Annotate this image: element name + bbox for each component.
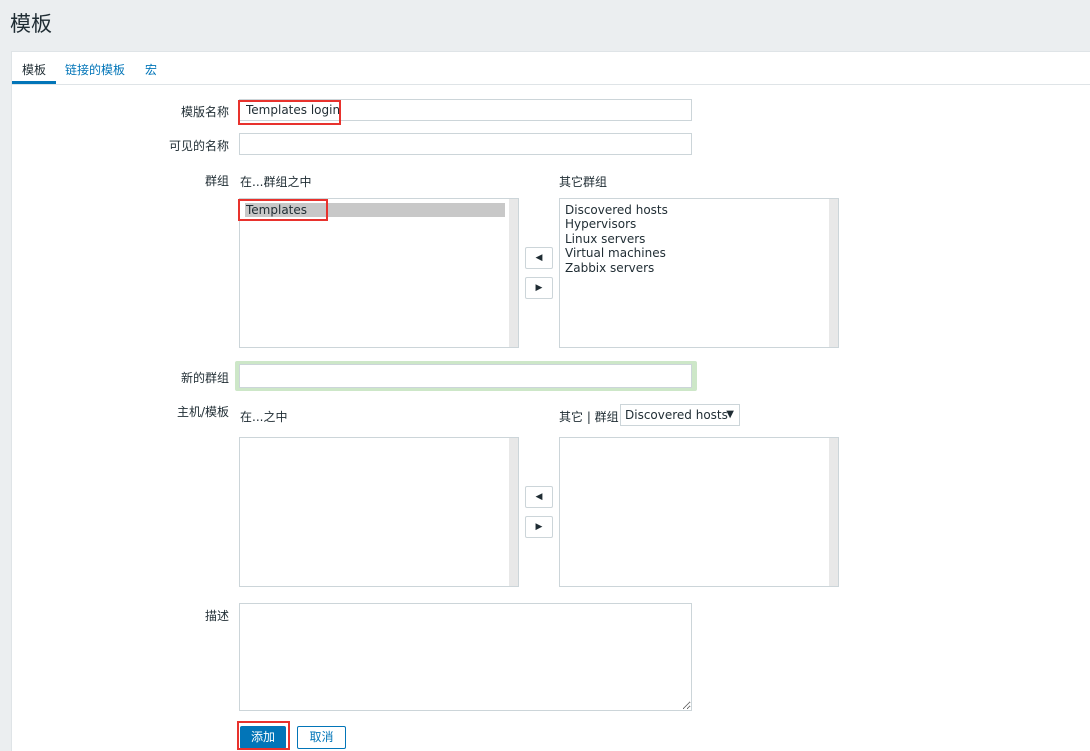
move-left-button[interactable]: ◀ (525, 486, 553, 508)
add-button[interactable]: 添加 (240, 726, 286, 749)
move-left-button[interactable]: ◀ (525, 247, 553, 269)
group-select[interactable]: Discovered hosts ▼ (620, 404, 740, 426)
description-textarea[interactable] (239, 603, 692, 711)
scrollbar[interactable] (509, 438, 518, 586)
template-name-input[interactable] (239, 99, 692, 121)
groups-label: 群组 (204, 174, 229, 188)
visible-name-input[interactable] (239, 133, 692, 155)
groups-in-label: 在...群组之中 (240, 175, 312, 189)
list-item[interactable]: Zabbix servers (565, 261, 654, 275)
groups-other-label: 其它群组 (559, 175, 608, 189)
chevron-down-icon: ▼ (726, 409, 734, 420)
template-name-label: 模版名称 (180, 105, 229, 119)
cancel-button[interactable]: 取消 (297, 726, 346, 749)
new-group-input[interactable] (239, 364, 692, 388)
tab-bar: 模板 链接的模板 宏 (12, 52, 1090, 85)
list-item[interactable]: Linux servers (565, 232, 645, 246)
list-item[interactable]: Templates (245, 203, 505, 217)
move-right-button[interactable]: ▶ (525, 516, 553, 538)
group-select-value: Discovered hosts (625, 408, 728, 422)
list-item[interactable]: Virtual machines (565, 246, 666, 260)
groups-in-listbox[interactable]: Templates (239, 198, 519, 348)
hosts-other-label: 其它 | 群组 (559, 410, 619, 424)
tab-macros[interactable]: 宏 (145, 61, 157, 78)
scrollbar[interactable] (509, 199, 518, 347)
description-label: 描述 (204, 609, 229, 623)
new-group-label: 新的群组 (180, 371, 229, 385)
page-title: 模板 (10, 12, 52, 36)
groups-other-listbox[interactable]: Discovered hosts Hypervisors Linux serve… (559, 198, 839, 348)
list-item[interactable]: Hypervisors (565, 217, 636, 231)
tab-template[interactable]: 模板 (22, 61, 46, 78)
move-right-button[interactable]: ▶ (525, 277, 553, 299)
hosts-in-listbox[interactable] (239, 437, 519, 587)
hosts-in-label: 在...之中 (240, 410, 288, 424)
active-tab-indicator (12, 81, 56, 84)
hosts-other-listbox[interactable] (559, 437, 839, 587)
hosts-templates-label: 主机/模板 (176, 405, 229, 419)
scrollbar[interactable] (829, 438, 838, 586)
list-item[interactable]: Discovered hosts (565, 203, 668, 217)
visible-name-label: 可见的名称 (168, 139, 229, 153)
scrollbar[interactable] (829, 199, 838, 347)
tab-linked-templates[interactable]: 链接的模板 (65, 61, 125, 78)
